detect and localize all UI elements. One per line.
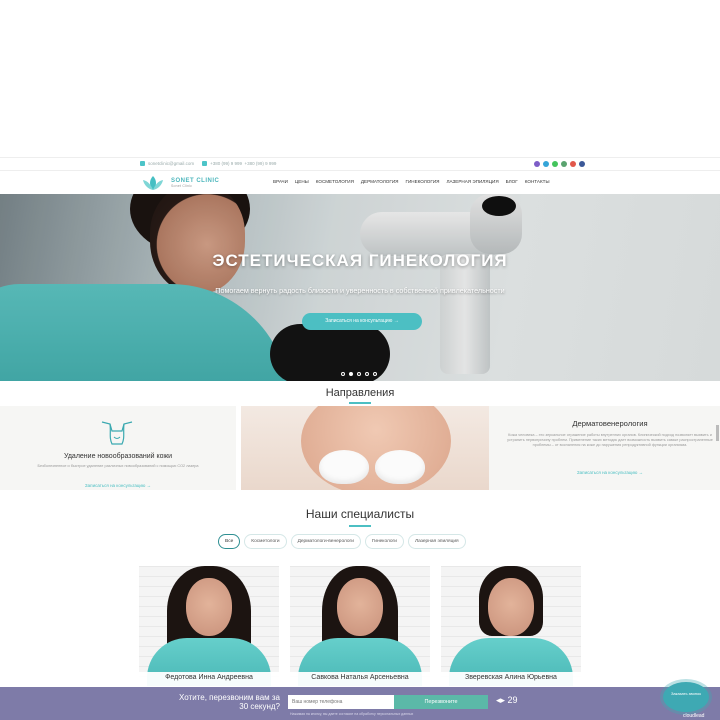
hero-cta-button[interactable]: Записаться на консультацию →	[302, 313, 422, 330]
viber-icon[interactable]	[534, 161, 540, 167]
body-silhouette-icon	[101, 421, 133, 445]
slider-dot[interactable]	[357, 372, 361, 376]
slider-dot[interactable]	[365, 372, 369, 376]
nav-item[interactable]: Цены	[295, 179, 309, 184]
phone-2[interactable]: +380 (99) 9 999	[245, 161, 277, 166]
nav-item[interactable]: Контакты	[525, 179, 550, 184]
callback-submit-button[interactable]: Перезвоните	[394, 695, 488, 709]
phone-icon	[202, 161, 208, 167]
filter-tab[interactable]: Все	[218, 534, 241, 549]
nav-item[interactable]: Лазерная эпиляция	[446, 179, 498, 184]
main-header: SONET CLINIC Sonet Clinic Врачи Цены Косме…	[0, 171, 720, 194]
nav-item[interactable]: Дерматология	[361, 179, 399, 184]
contact-info: sonetclinic@gmail.com +380 (99) 9 999 +3…	[140, 161, 277, 167]
phone-icon[interactable]	[561, 161, 567, 167]
doctor-photo	[488, 578, 534, 636]
nav-item[interactable]: Гинекология	[405, 179, 439, 184]
doctor-name[interactable]: Зверевская Алина Юрьевна	[441, 672, 581, 686]
email-text[interactable]: sonetclinic@gmail.com	[148, 161, 194, 166]
slider-dot[interactable]	[373, 372, 377, 376]
card-desc: Безболезненное и быстрое удаление различ…	[37, 464, 199, 468]
hero-subtitle: Помогаем вернуть радость близости и увер…	[215, 286, 505, 295]
promo-timer: ◂▸ 29	[496, 695, 518, 706]
card-link[interactable]: Записаться на консультацию →	[505, 470, 715, 475]
callback-widget-button[interactable]: Заказать звонок	[663, 682, 709, 712]
lotus-logo-icon	[143, 176, 163, 190]
filter-tab[interactable]: Гинекологи	[364, 534, 404, 549]
main-nav: Врачи Цены Косметология Дерматология Гинекол…	[273, 179, 550, 184]
telegram-icon[interactable]	[543, 161, 549, 167]
direction-photo	[241, 406, 489, 490]
doctor-name[interactable]: Савкова Наталья Арсеньевна	[290, 672, 430, 686]
filter-tab[interactable]: Косметологи	[244, 534, 287, 549]
specialist-filters: Все Косметологи Дерматологи-венерологи Гине…	[218, 534, 466, 549]
timer-arrows: ◂▸	[496, 695, 508, 705]
specialists-title-underline	[349, 525, 371, 527]
doctor-card[interactable]: Зверевская Алина Юрьевна	[441, 566, 581, 686]
phone-input[interactable]	[288, 695, 394, 709]
hero-slider: ЭСТЕТИЧЕСКАЯ ГИНЕКОЛОГИЯ Помогаем вернут…	[0, 194, 720, 381]
slider-dot[interactable]	[341, 372, 345, 376]
nav-item[interactable]: Врачи	[273, 179, 288, 184]
nav-item[interactable]: Блог	[506, 179, 518, 184]
promo-question: Хотите, перезвоним вам за 30 секунд?	[179, 693, 280, 711]
promo-consent-note: Нажимая на кнопку, вы даете согласие на …	[290, 712, 414, 716]
phone-contact[interactable]: +380 (99) 9 999 +380 (99) 9 999	[202, 161, 277, 167]
widget-brand: cloudlead	[683, 713, 705, 719]
doctor-card[interactable]: Савкова Наталья Арсеньевна	[290, 566, 430, 686]
doctor-name[interactable]: Федотова Инна Андреевна	[139, 672, 279, 686]
slider-dot[interactable]	[349, 372, 353, 376]
filter-tab[interactable]: Дерматологи-венерологи	[290, 534, 361, 549]
top-info-bar: sonetclinic@gmail.com +380 (99) 9 999 +3…	[0, 157, 720, 171]
logo[interactable]: SONET CLINIC Sonet Clinic	[140, 174, 219, 191]
doctor-photo	[337, 578, 383, 636]
specialists-title: Наши специалисты	[305, 507, 415, 521]
phone-1[interactable]: +380 (99) 9 999	[210, 161, 242, 166]
directions-title: Направления	[325, 387, 395, 399]
instagram-icon[interactable]	[570, 161, 576, 167]
direction-card-dermatovenerology[interactable]: Дерматовенерология Кожа человека – это з…	[241, 406, 720, 490]
card-title: Удаление новообразований кожи	[63, 453, 173, 460]
filter-tab[interactable]: Лазерная эпиляция	[407, 534, 466, 549]
card-title: Дерматовенерология	[572, 419, 648, 428]
logo-name: SONET CLINIC	[171, 177, 220, 184]
email-contact[interactable]: sonetclinic@gmail.com	[140, 161, 194, 167]
slider-dots	[341, 372, 377, 376]
card-link[interactable]: Записаться на консультацию →	[0, 483, 236, 488]
logo-tagline: Sonet Clinic	[171, 183, 193, 188]
doctor-card[interactable]: Федотова Инна Андреевна	[139, 566, 279, 686]
callback-promo-bar: Хотите, перезвоним вам за 30 секунд? Пер…	[0, 687, 720, 720]
nav-item[interactable]: Косметология	[316, 179, 354, 184]
directions-title-underline	[349, 402, 371, 404]
doctor-photo	[186, 578, 232, 636]
card-desc: Кожа человека – это зеркальное отражение…	[507, 433, 713, 447]
social-links	[534, 161, 585, 167]
whatsapp-icon[interactable]	[552, 161, 558, 167]
hero-title: ЭСТЕТИЧЕСКАЯ ГИНЕКОЛОГИЯ	[212, 251, 508, 270]
direction-card-skin-growth[interactable]: Удаление новообразований кожи Безболезне…	[0, 406, 236, 490]
page-scrollbar[interactable]	[716, 425, 719, 441]
mail-icon	[140, 161, 145, 167]
timer-value: 29	[507, 695, 518, 705]
facebook-icon[interactable]	[579, 161, 585, 167]
